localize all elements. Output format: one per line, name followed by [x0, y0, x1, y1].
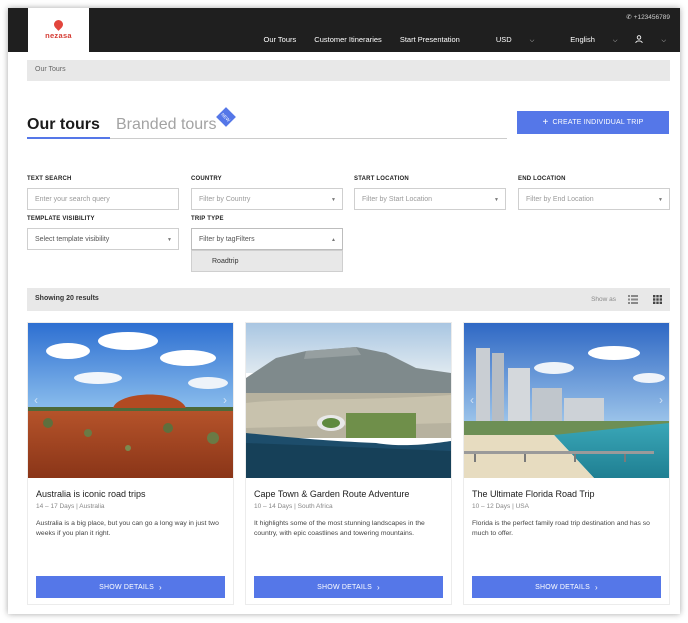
show-details-button[interactable]: SHOW DETAILS › [472, 576, 661, 598]
show-details-label: SHOW DETAILS [317, 583, 372, 591]
show-as-label: Show as [591, 296, 616, 303]
country-placeholder: Filter by Country [199, 196, 251, 203]
tab-branded-tours[interactable]: Branded tours [116, 116, 217, 134]
chevron-right-icon: › [158, 582, 162, 592]
show-details-button[interactable]: SHOW DETAILS › [36, 576, 225, 598]
nav-language-select[interactable]: English ⌵ [552, 35, 617, 45]
tour-description: Australia is a big place, but you can go… [36, 520, 219, 537]
plus-icon: + [542, 117, 549, 128]
tour-title[interactable]: Cape Town & Garden Route Adventure [254, 489, 409, 499]
start-location-placeholder: Filter by Start Location [362, 196, 433, 203]
caret-down-icon: ▼ [494, 197, 499, 203]
florida-beach-image [464, 323, 669, 478]
caret-down-icon: ▼ [331, 197, 336, 203]
new-badge-text: NEW [220, 111, 232, 123]
chevron-down-icon: ⌵ [661, 38, 666, 44]
country-label: COUNTRY [191, 176, 222, 182]
caret-up-icon: ▲ [331, 237, 336, 243]
country-select[interactable]: Filter by Country ▼ [191, 188, 343, 210]
currency-label: USD [495, 35, 512, 44]
results-bar: Showing 20 results Show as [27, 288, 670, 311]
tour-title[interactable]: The Ultimate Florida Road Trip [472, 489, 595, 499]
show-details-label: SHOW DETAILS [535, 583, 590, 591]
tour-description: Florida is the perfect family road trip … [472, 520, 650, 537]
end-location-placeholder: Filter by End Location [526, 196, 594, 203]
phone-number[interactable]: ✆ +123456789 [626, 13, 670, 21]
tour-image-florida[interactable]: ‹ › [464, 323, 669, 478]
tour-title[interactable]: Australia is iconic road trips [36, 489, 146, 499]
chevron-right-icon: › [376, 582, 380, 592]
tour-description: It highlights some of the most stunning … [254, 520, 425, 537]
list-view-icon[interactable] [628, 295, 638, 304]
nav-currency-select[interactable]: USD ⌵ [478, 35, 534, 45]
start-location-label: START LOCATION [354, 176, 409, 182]
nav-user-menu[interactable]: ⌵ [635, 35, 666, 45]
tour-meta: 10 – 12 Days | USA [472, 503, 529, 510]
next-image-icon[interactable]: › [223, 393, 227, 407]
text-search-placeholder: Enter your search query [35, 196, 110, 203]
trip-type-option-roadtrip[interactable]: Roadtrip [191, 250, 343, 272]
trip-type-select[interactable]: Filter by tagFilters ▲ [191, 228, 343, 250]
results-count: Showing 20 results [35, 295, 99, 302]
app-window: nezasa ✆ +123456789 Our Tours Customer I… [8, 8, 680, 614]
logo[interactable]: nezasa [28, 8, 89, 52]
new-badge: NEW [216, 107, 236, 127]
tour-card[interactable]: Cape Town & Garden Route Adventure 10 – … [245, 322, 452, 605]
tour-meta: 10 – 14 Days | South Africa [254, 503, 333, 510]
main-nav: Our Tours Customer Itineraries Start Pre… [245, 35, 666, 45]
cape-town-aerial-image [246, 323, 451, 478]
nav-start-presentation[interactable]: Start Presentation [400, 35, 460, 45]
end-location-select[interactable]: Filter by End Location ▼ [518, 188, 670, 210]
logo-pin-icon [52, 18, 65, 31]
create-button-label: CREATE INDIVIDUAL TRIP [552, 119, 644, 126]
language-label: English [570, 35, 595, 44]
nav-customer-itineraries[interactable]: Customer Itineraries [314, 35, 382, 45]
show-details-label: SHOW DETAILS [99, 583, 154, 591]
end-location-label: END LOCATION [518, 176, 566, 182]
chevron-right-icon: › [594, 582, 598, 592]
breadcrumb[interactable]: Our Tours [27, 60, 670, 81]
show-details-button[interactable]: SHOW DETAILS › [254, 576, 443, 598]
active-tab-indicator [27, 137, 110, 139]
template-visibility-label: TEMPLATE VISIBILITY [27, 216, 95, 222]
next-image-icon[interactable]: › [659, 393, 663, 407]
tour-image-australia[interactable]: ‹ › [28, 323, 233, 478]
tour-image-cape-town[interactable] [246, 323, 451, 478]
tour-tabs: Our tours Branded tours NEW [27, 107, 507, 139]
tour-meta: 14 – 17 Days | Australia [36, 503, 105, 510]
logo-text: nezasa [45, 31, 72, 40]
template-visibility-placeholder: Select template visibility [35, 236, 110, 243]
template-visibility-select[interactable]: Select template visibility ▼ [27, 228, 179, 250]
nav-our-tours[interactable]: Our Tours [263, 35, 296, 45]
start-location-select[interactable]: Filter by Start Location ▼ [354, 188, 506, 210]
caret-down-icon: ▼ [167, 237, 172, 243]
tour-card[interactable]: ‹ › Australia is iconic road trips 14 – … [27, 322, 234, 605]
phone-text: +123456789 [633, 14, 670, 21]
phone-icon: ✆ [626, 14, 632, 21]
tour-card[interactable]: ‹ › The Ultimate Florida Road Trip 10 – … [463, 322, 670, 605]
caret-down-icon: ▼ [658, 197, 663, 203]
chevron-down-icon: ⌵ [612, 38, 618, 44]
previous-image-icon[interactable]: ‹ [34, 393, 38, 407]
previous-image-icon[interactable]: ‹ [470, 393, 474, 407]
user-icon [635, 35, 644, 44]
grid-view-icon[interactable] [653, 295, 662, 304]
top-header: nezasa ✆ +123456789 Our Tours Customer I… [8, 8, 680, 52]
chevron-down-icon: ⌵ [529, 38, 535, 44]
australia-landscape-image [28, 323, 233, 478]
create-individual-trip-button[interactable]: + CREATE INDIVIDUAL TRIP [517, 111, 669, 134]
text-search-label: TEXT SEARCH [27, 176, 72, 182]
tab-our-tours[interactable]: Our tours [27, 116, 100, 134]
trip-type-label: TRIP TYPE [191, 216, 224, 222]
trip-type-placeholder: Filter by tagFilters [199, 236, 255, 243]
text-search-input[interactable]: Enter your search query [27, 188, 179, 210]
